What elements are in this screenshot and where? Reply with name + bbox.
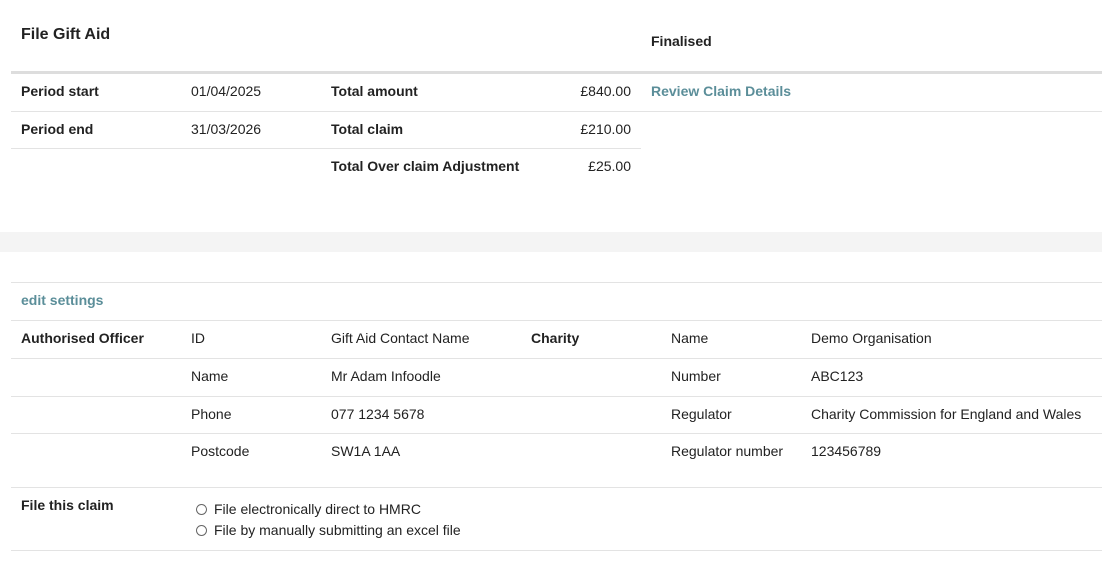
file-electronic-label[interactable]: File electronically direct to HMRC [214, 501, 421, 517]
charity-number-value: ABC123 [811, 368, 864, 384]
row-divider [11, 111, 1102, 112]
page-title: File Gift Aid [21, 26, 111, 43]
officer-id-value: Gift Aid Contact Name [331, 330, 470, 346]
row-divider [11, 433, 1102, 434]
row-divider [11, 487, 1102, 488]
file-electronic-option[interactable]: File electronically direct to HMRC [196, 501, 421, 517]
charity-regulator-number-label: Regulator number [671, 443, 784, 459]
row-divider [11, 320, 1102, 321]
over-claim-value: £25.00 [588, 158, 631, 174]
total-amount-value: £840.00 [580, 83, 631, 99]
officer-name-label: Name [191, 368, 229, 384]
section-separator [0, 232, 1102, 252]
file-excel-label[interactable]: File by manually submitting an excel fil… [214, 522, 461, 538]
row-divider [11, 358, 1102, 359]
period-end-value: 31/03/2026 [191, 121, 262, 137]
period-start-value: 01/04/2025 [191, 83, 262, 99]
officer-name-value: Mr Adam Infoodle [331, 368, 441, 384]
file-electronic-radio[interactable] [196, 503, 207, 515]
period-end-label: Period end [21, 121, 94, 137]
total-claim-value: £210.00 [580, 121, 631, 137]
charity-regulator-number-value: 123456789 [811, 443, 882, 459]
charity-number-label: Number [671, 368, 721, 384]
review-claim-details-link[interactable]: Review Claim Details [651, 83, 791, 99]
charity-regulator-value: Charity Commission for England and Wales [811, 406, 1082, 422]
officer-id-label: ID [191, 330, 205, 346]
file-claim-label: File this claim [21, 497, 114, 513]
header-divider [11, 71, 1102, 74]
status-label: Finalised [651, 33, 712, 49]
file-excel-radio[interactable] [196, 524, 207, 536]
authorised-officer-heading: Authorised Officer [21, 330, 144, 346]
officer-postcode-label: Postcode [191, 443, 250, 459]
row-divider [11, 282, 1102, 283]
row-divider [11, 550, 1102, 551]
charity-heading: Charity [531, 330, 580, 346]
officer-phone-value: 077 1234 5678 [331, 406, 425, 422]
over-claim-label: Total Over claim Adjustment [331, 158, 520, 174]
row-divider [11, 148, 641, 149]
charity-name-label: Name [671, 330, 709, 346]
charity-regulator-label: Regulator [671, 406, 732, 422]
period-start-label: Period start [21, 83, 99, 99]
officer-phone-label: Phone [191, 406, 232, 422]
charity-name-value: Demo Organisation [811, 330, 932, 346]
file-excel-option[interactable]: File by manually submitting an excel fil… [196, 522, 461, 538]
total-claim-label: Total claim [331, 121, 404, 137]
row-divider [11, 396, 1102, 397]
officer-postcode-value: SW1A 1AA [331, 443, 401, 459]
total-amount-label: Total amount [331, 83, 418, 99]
edit-settings-link[interactable]: edit settings [21, 292, 103, 308]
